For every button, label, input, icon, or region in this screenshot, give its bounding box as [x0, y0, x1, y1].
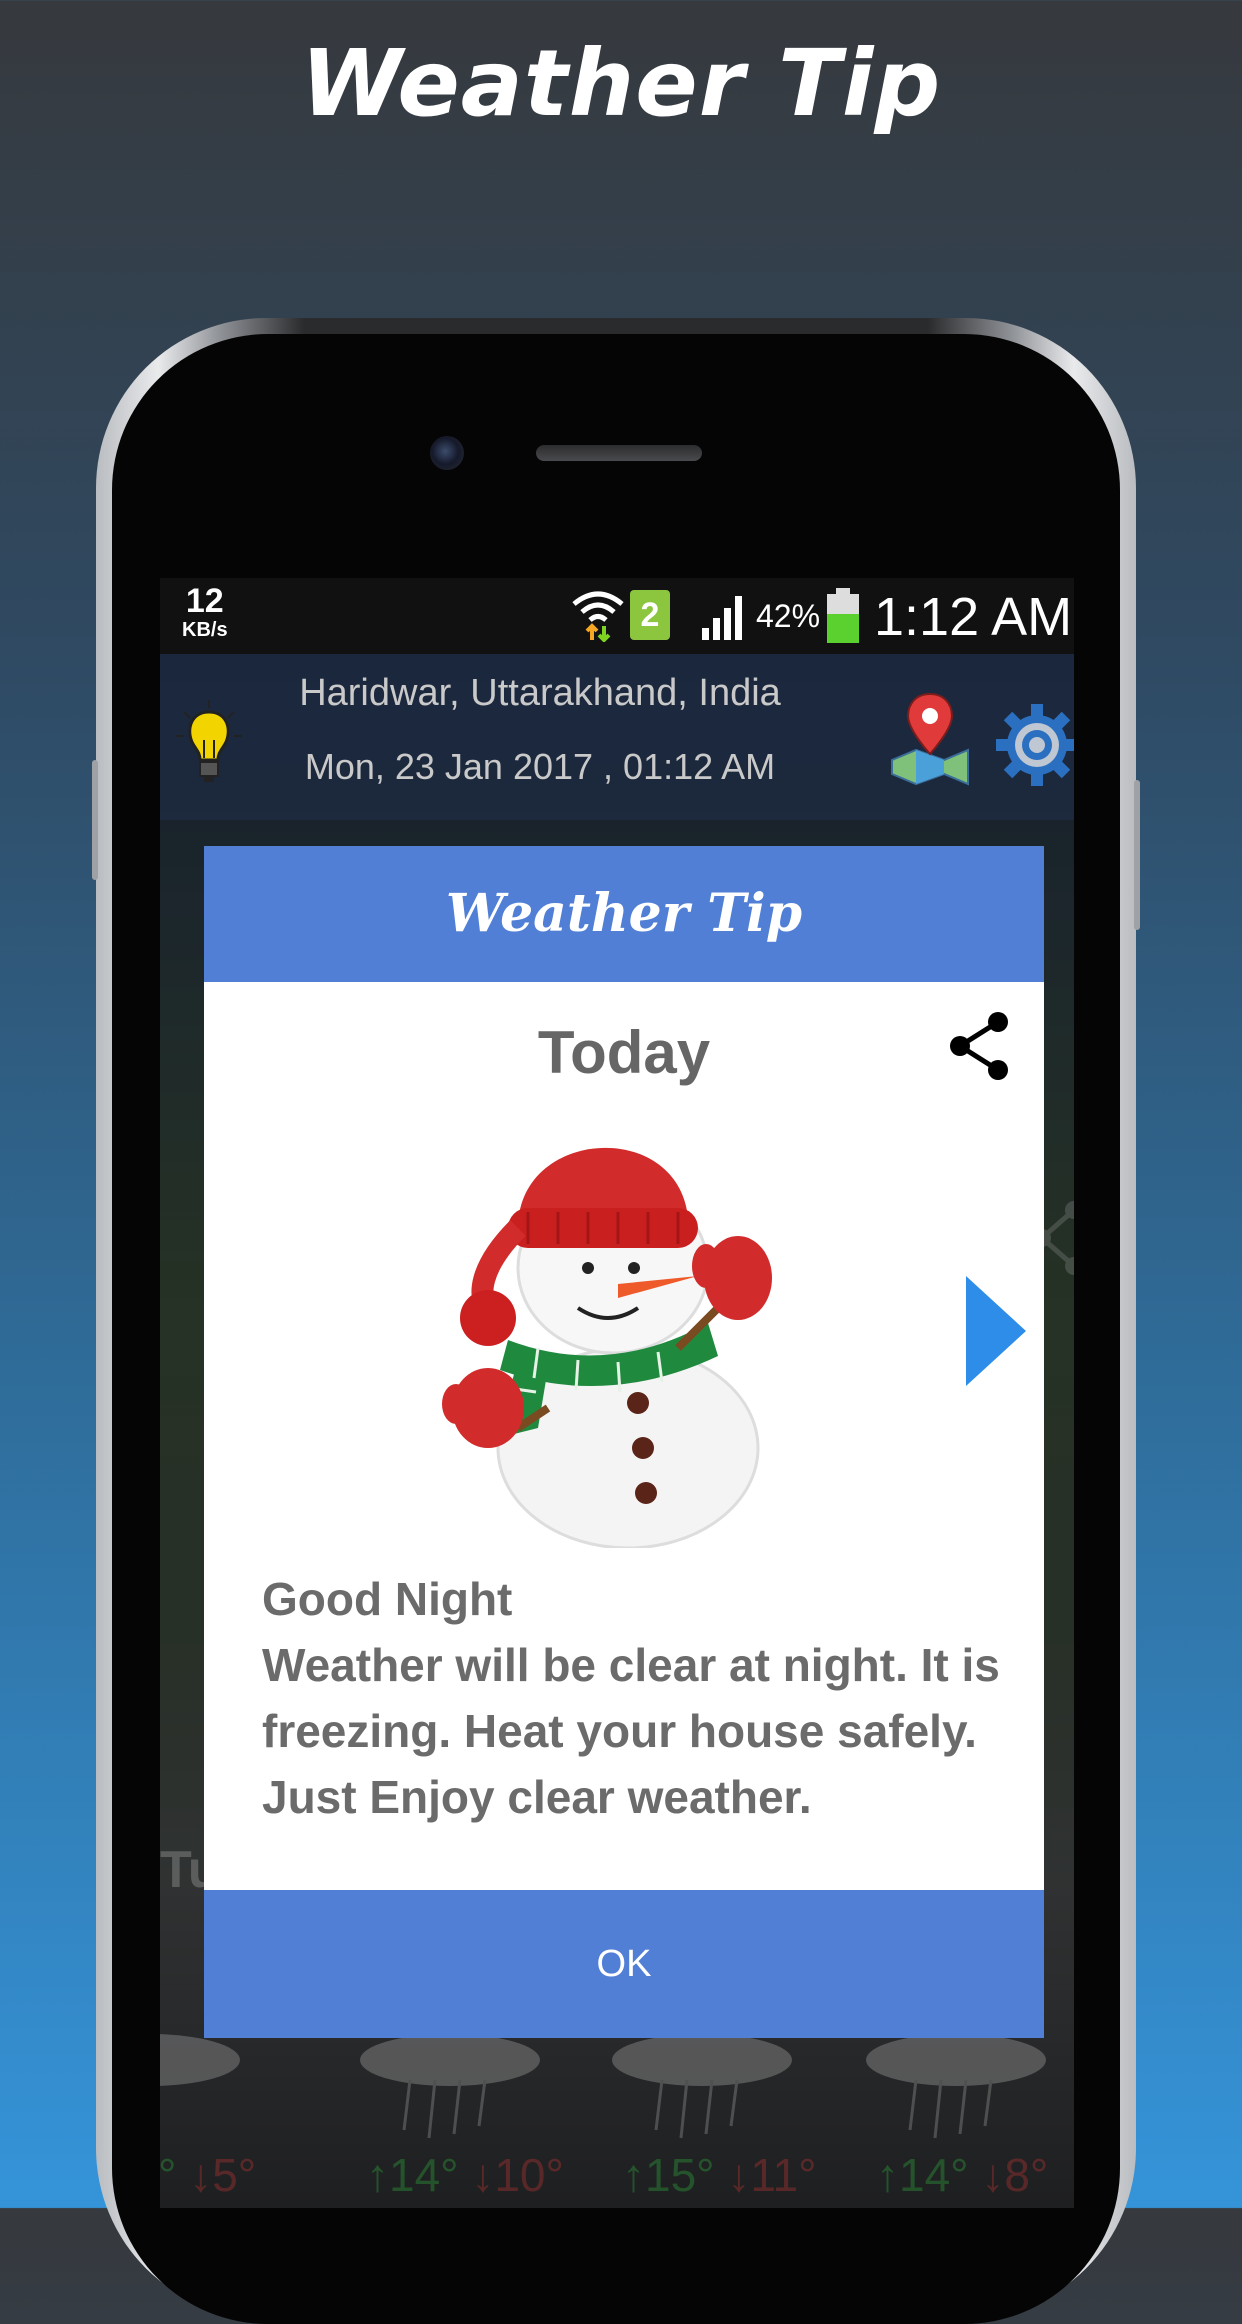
next-arrow-icon[interactable]	[966, 1276, 1026, 1386]
tip-line: Just Enjoy clear weather.	[262, 1771, 812, 1823]
tip-line: freezing. Heat your house safely.	[262, 1705, 977, 1757]
power-button	[1134, 780, 1140, 930]
dialog-footer: OK	[204, 1890, 1044, 2038]
promo-title: Weather Tip	[300, 30, 942, 137]
phone-screen: 12 KB/s 2 42% 1:12 AM Haridwar, Uttarakh…	[160, 578, 1074, 2208]
battery-percent: 42%	[756, 598, 821, 634]
tip-heading: Good Night	[262, 1573, 513, 1625]
network-speed: 12 KB/s	[182, 584, 228, 640]
status-bar: 12 KB/s 2 42% 1:12 AM	[160, 578, 1074, 654]
network-speed-value: 12	[185, 582, 224, 620]
location-text: Haridwar, Uttarakhand, India	[299, 672, 781, 714]
map-pin-icon[interactable]	[888, 690, 972, 786]
datetime-text: Mon, 23 Jan 2017 , 01:12 AM	[304, 746, 776, 787]
wifi-icon	[572, 591, 624, 642]
ok-button[interactable]: OK	[204, 1890, 1044, 2038]
tip-line: Weather will be clear at night. It is	[262, 1639, 1000, 1691]
dialog-title: Weather Tip	[204, 846, 1044, 982]
volume-button	[92, 760, 98, 880]
front-camera	[430, 436, 464, 470]
signal-icon	[702, 596, 742, 640]
snowman-image	[442, 1147, 772, 1548]
tip-text: Good Night Weather will be clear at nigh…	[262, 1566, 1002, 1830]
share-icon[interactable]	[948, 1010, 1012, 1082]
battery-icon	[827, 588, 859, 643]
gear-icon[interactable]	[992, 700, 1074, 790]
app-bar: Haridwar, Uttarakhand, India Mon, 23 Jan…	[160, 654, 1074, 820]
status-time: 1:12 AM	[874, 587, 1073, 647]
weather-tip-dialog: Weather Tip Today Good Night Weather wil…	[204, 846, 1044, 2038]
dialog-day-label: Today	[537, 1019, 711, 1086]
sim-badge: 2	[630, 590, 670, 640]
network-speed-unit: KB/s	[182, 619, 228, 641]
lightbulb-icon[interactable]	[174, 698, 244, 788]
earpiece-speaker	[536, 445, 702, 461]
